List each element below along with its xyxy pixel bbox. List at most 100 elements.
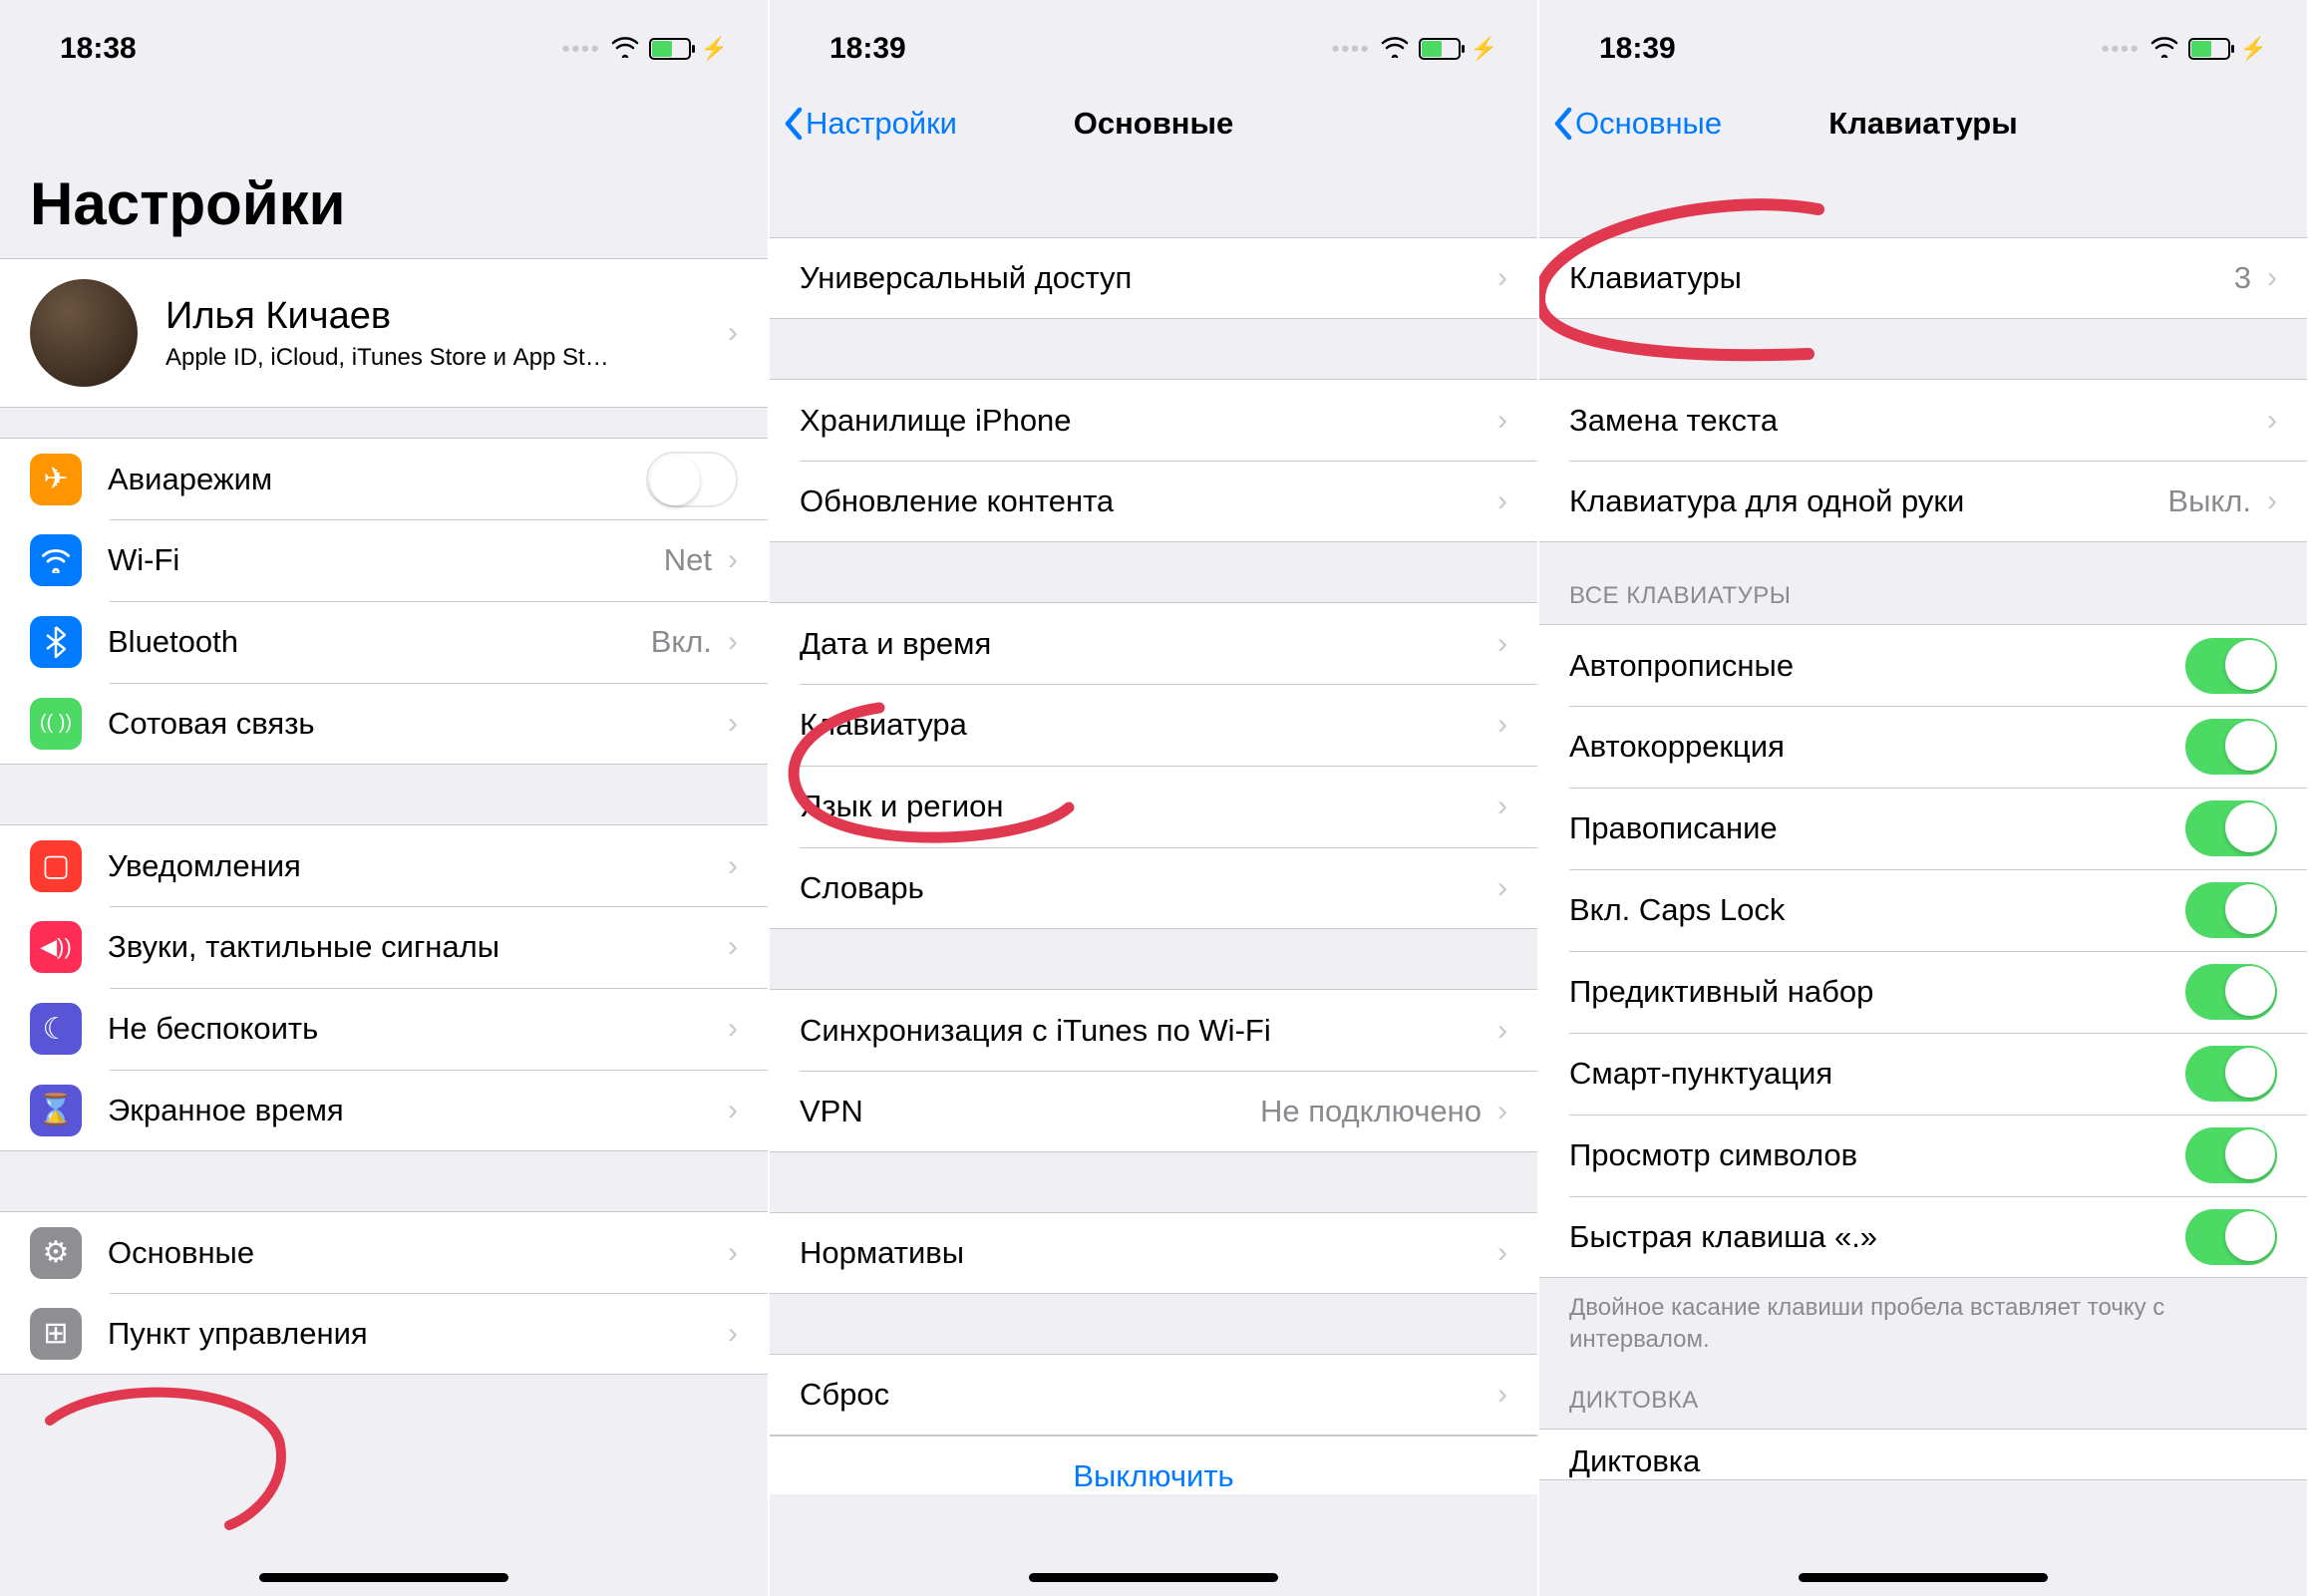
row-general[interactable]: ⚙ Основные › <box>0 1211 768 1293</box>
wifi-settings-icon <box>30 534 82 586</box>
row-dictionary[interactable]: Словарь › <box>770 847 1537 929</box>
row-sounds[interactable]: ◀)) Звуки, тактильные сигналы › <box>0 906 768 988</box>
chevron-right-icon: › <box>728 625 738 659</box>
chevron-right-icon: › <box>1497 261 1507 295</box>
row-char-preview[interactable]: Просмотр символов <box>1539 1115 2307 1196</box>
home-indicator <box>1799 1573 2048 1582</box>
row-shutdown[interactable]: Выключить <box>770 1436 1537 1494</box>
gear-icon: ⚙ <box>30 1227 82 1279</box>
group: Нормативы › <box>770 1212 1537 1294</box>
chevron-right-icon: › <box>728 543 738 577</box>
group: Хранилище iPhone › Обновление контента › <box>770 379 1537 542</box>
chevron-right-icon: › <box>1497 404 1507 438</box>
switches-icon: ⊞ <box>30 1308 82 1360</box>
row-cellular[interactable]: (( )) Сотовая связь › <box>0 683 768 765</box>
page-title: Настройки <box>0 80 768 258</box>
group: Сброс › Выключить <box>770 1354 1537 1494</box>
chevron-right-icon: › <box>728 1236 738 1270</box>
row-reset[interactable]: Сброс › <box>770 1354 1537 1436</box>
row-accessibility[interactable]: Универсальный доступ › <box>770 237 1537 319</box>
toggle[interactable] <box>2185 882 2277 938</box>
battery-icon: ⚡ <box>1419 36 1497 62</box>
row-spellcheck[interactable]: Правописание <box>1539 788 2307 869</box>
screen-general: 18:39 •••• ⚡ Настройки Основные Универса… <box>770 0 1539 1596</box>
toggle[interactable] <box>2185 638 2277 694</box>
row-screentime[interactable]: ⌛ Экранное время › <box>0 1070 768 1151</box>
group: Универсальный доступ › <box>770 237 1537 319</box>
toggle[interactable] <box>2185 719 2277 775</box>
toggle[interactable] <box>2185 1127 2277 1183</box>
section-header: ДИКТОВКА <box>1539 1367 2307 1429</box>
row-capslock[interactable]: Вкл. Caps Lock <box>1539 869 2307 951</box>
toggle[interactable] <box>2185 1046 2277 1102</box>
row-control-center[interactable]: ⊞ Пункт управления › <box>0 1293 768 1375</box>
toggle[interactable] <box>2185 964 2277 1020</box>
row-one-hand[interactable]: Клавиатура для одной руки Выкл. › <box>1539 461 2307 542</box>
cell-signal-icon: •••• <box>562 36 601 62</box>
group-network: ✈ Авиарежим Wi-Fi Net › Bluetooth Вкл. ›… <box>0 438 768 765</box>
row-wifi[interactable]: Wi-Fi Net › <box>0 519 768 601</box>
group-general: ⚙ Основные › ⊞ Пункт управления › <box>0 1211 768 1375</box>
hourglass-icon: ⌛ <box>30 1085 82 1136</box>
status-time: 18:39 <box>829 32 906 66</box>
row-itunes-sync[interactable]: Синхронизация с iTunes по Wi-Fi › <box>770 989 1537 1071</box>
nav-title: Клавиатуры <box>1539 106 2307 142</box>
row-regulatory[interactable]: Нормативы › <box>770 1212 1537 1294</box>
cell-signal-icon: •••• <box>1332 36 1371 62</box>
group: Клавиатуры 3 › <box>1539 237 2307 319</box>
row-storage[interactable]: Хранилище iPhone › <box>770 379 1537 461</box>
row-date-time[interactable]: Дата и время › <box>770 602 1537 684</box>
battery-icon: ⚡ <box>2188 36 2267 62</box>
section-header: ВСЕ КЛАВИАТУРЫ <box>1539 542 2307 624</box>
nav-bar: Основные Клавиатуры <box>1539 80 2307 167</box>
chevron-right-icon: › <box>1497 708 1507 742</box>
airplane-icon: ✈ <box>30 454 82 505</box>
row-smart-punct[interactable]: Смарт-пунктуация <box>1539 1033 2307 1115</box>
row-bluetooth[interactable]: Bluetooth Вкл. › <box>0 601 768 683</box>
row-language-region[interactable]: Язык и регион › <box>770 766 1537 847</box>
group: Замена текста › Клавиатура для одной рук… <box>1539 379 2307 542</box>
chevron-right-icon: › <box>728 930 738 964</box>
profile-sub: Apple ID, iCloud, iTunes Store и App St… <box>165 344 722 372</box>
profile-row[interactable]: Илья Кичаев Apple ID, iCloud, iTunes Sto… <box>0 258 768 408</box>
group-notifications: ▢ Уведомления › ◀)) Звуки, тактильные си… <box>0 824 768 1151</box>
chevron-right-icon: › <box>1497 1236 1507 1270</box>
chevron-right-icon: › <box>728 1317 738 1351</box>
chevron-right-icon: › <box>728 707 738 741</box>
wifi-icon <box>1381 32 1409 66</box>
toggle[interactable] <box>2185 1209 2277 1265</box>
cell-signal-icon: •••• <box>2102 36 2141 62</box>
row-dnd[interactable]: ☾ Не беспокоить › <box>0 988 768 1070</box>
chevron-right-icon: › <box>728 849 738 883</box>
airplane-toggle[interactable] <box>646 452 738 507</box>
home-indicator <box>259 1573 508 1582</box>
annotation-circle <box>30 1386 309 1560</box>
status-bar: 18:39 •••• ⚡ <box>1539 0 2307 80</box>
section-footer: Двойное касание клавиши пробела вставляе… <box>1539 1278 2307 1367</box>
row-vpn[interactable]: VPN Не подключено › <box>770 1071 1537 1152</box>
chevron-right-icon: › <box>1497 627 1507 661</box>
row-airplane[interactable]: ✈ Авиарежим <box>0 438 768 519</box>
chevron-right-icon: › <box>1497 1014 1507 1048</box>
row-text-replace[interactable]: Замена текста › <box>1539 379 2307 461</box>
bluetooth-icon <box>30 616 82 668</box>
avatar <box>30 279 138 387</box>
nav-bar: Настройки Основные <box>770 80 1537 167</box>
status-time: 18:38 <box>60 32 137 66</box>
chevron-right-icon: › <box>2267 404 2277 438</box>
row-predictive[interactable]: Предиктивный набор <box>1539 951 2307 1033</box>
row-autocorrect[interactable]: Автокоррекция <box>1539 706 2307 788</box>
row-dictation[interactable]: Диктовка <box>1539 1429 2307 1480</box>
row-keyboard[interactable]: Клавиатура › <box>770 684 1537 766</box>
row-keyboards-list[interactable]: Клавиатуры 3 › <box>1539 237 2307 319</box>
row-period-shortcut[interactable]: Быстрая клавиша «.» <box>1539 1196 2307 1278</box>
group: Синхронизация с iTunes по Wi-Fi › VPN Не… <box>770 989 1537 1152</box>
row-autocaps[interactable]: Автопрописные <box>1539 624 2307 706</box>
toggle[interactable] <box>2185 800 2277 856</box>
notifications-icon: ▢ <box>30 840 82 892</box>
row-notifications[interactable]: ▢ Уведомления › <box>0 824 768 906</box>
group-dictation: ДИКТОВКА Диктовка <box>1539 1367 2307 1480</box>
chevron-right-icon: › <box>2267 484 2277 518</box>
row-background-refresh[interactable]: Обновление контента › <box>770 461 1537 542</box>
screen-keyboards: 18:39 •••• ⚡ Основные Клавиатуры Клавиат… <box>1539 0 2309 1596</box>
